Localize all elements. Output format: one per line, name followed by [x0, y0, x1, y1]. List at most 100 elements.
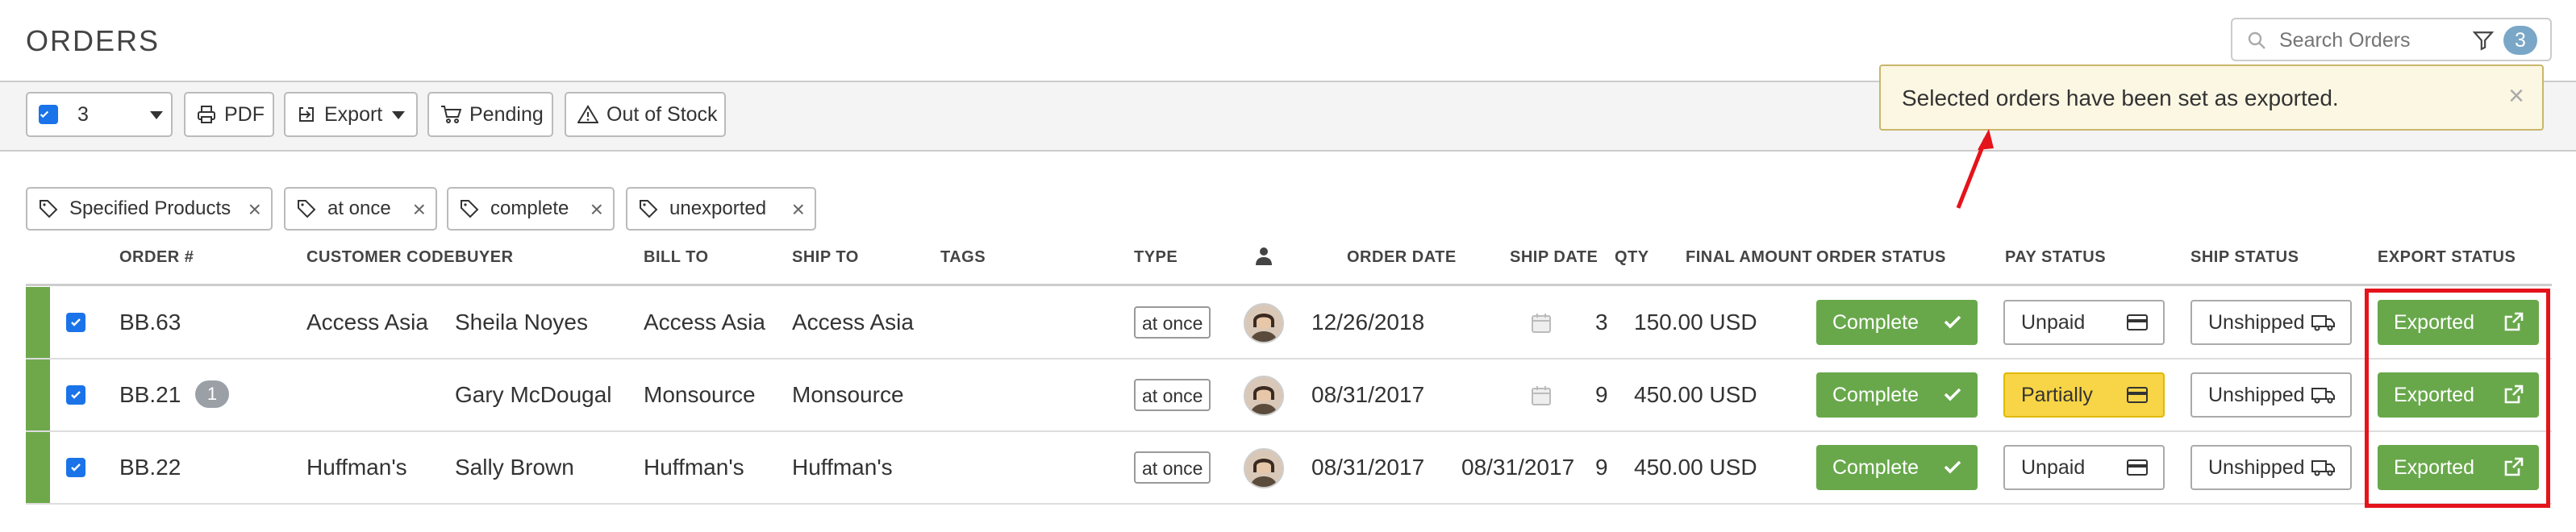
page-title: ORDERS: [26, 24, 160, 57]
column-header-order[interactable]: ORDER #: [119, 248, 194, 267]
remove-chip-icon[interactable]: ×: [248, 197, 261, 222]
toast-message: Selected orders have been set as exporte…: [1902, 85, 2339, 110]
export-dropdown-button[interactable]: Export: [284, 92, 418, 137]
final-amount: 450.00 USD: [1634, 382, 1757, 407]
ship-status-button[interactable]: Unshipped: [2190, 300, 2352, 345]
table-row[interactable]: BB.63 Access Asia Sheila Noyes Access As…: [26, 287, 2552, 360]
warning-icon: [577, 105, 598, 123]
bill-to: Monsource: [644, 382, 756, 407]
pending-button[interactable]: Pending: [427, 92, 553, 137]
ship-status-label: Unshipped: [2208, 455, 2305, 479]
row-checkbox[interactable]: [66, 458, 85, 477]
filter-count-badge: 3: [2503, 26, 2537, 55]
remove-chip-icon[interactable]: ×: [590, 197, 603, 222]
select-all-checkbox[interactable]: [39, 105, 58, 124]
out-of-stock-label: Out of Stock: [606, 102, 718, 126]
column-header-customer-code[interactable]: CUSTOMER CODE: [306, 248, 455, 267]
credit-card-icon: [2127, 314, 2148, 330]
pay-status-label: Partially: [2021, 383, 2093, 406]
column-header-ship-to[interactable]: SHIP TO: [792, 248, 859, 267]
column-header-order-date[interactable]: ORDER DATE: [1347, 248, 1457, 267]
order-type-tag: at once: [1134, 451, 1211, 484]
quantity: 3: [1595, 310, 1608, 335]
chevron-down-icon: [150, 111, 163, 119]
chip-label: unexported: [669, 197, 767, 219]
order-status-button[interactable]: Complete: [1816, 300, 1978, 345]
bill-to: Huffman's: [644, 455, 744, 480]
quantity: 9: [1595, 455, 1608, 480]
order-status-label: Complete: [1832, 455, 1919, 479]
column-header-ship-date[interactable]: SHIP DATE: [1510, 248, 1598, 267]
filter-icon[interactable]: [2472, 30, 2495, 55]
ship-date: 08/31/2017: [1461, 455, 1575, 480]
remove-chip-icon[interactable]: ×: [413, 197, 426, 222]
filter-chip-specified-products[interactable]: Specified Products ×: [26, 187, 273, 231]
column-header-bill-to[interactable]: BILL TO: [644, 248, 709, 267]
printer-icon: [198, 106, 215, 123]
column-header-buyer[interactable]: BUYER: [455, 248, 514, 267]
final-amount: 450.00 USD: [1634, 455, 1757, 480]
order-status-label: Complete: [1832, 310, 1919, 334]
ship-status-button[interactable]: Unshipped: [2190, 445, 2352, 490]
ship-status-button[interactable]: Unshipped: [2190, 372, 2352, 418]
column-header-pay-status[interactable]: PAY STATUS: [2005, 248, 2106, 267]
selected-count: 3: [77, 102, 89, 126]
table-row[interactable]: BB.22 Huffman's Sally Brown Huffman's Hu…: [26, 432, 2552, 505]
chip-label: Specified Products: [69, 197, 231, 219]
column-header-order-status[interactable]: ORDER STATUS: [1816, 248, 1946, 267]
order-status-button[interactable]: Complete: [1816, 372, 1978, 418]
pay-status-button[interactable]: Partially: [2003, 372, 2165, 418]
row-checkbox[interactable]: [66, 313, 85, 332]
column-header-final-amount[interactable]: FINAL AMOUNT: [1686, 248, 1812, 267]
header-divider: [26, 284, 2552, 286]
search-box[interactable]: 3: [2231, 18, 2552, 61]
order-status-button[interactable]: Complete: [1816, 445, 1978, 490]
order-status-label: Complete: [1832, 383, 1919, 406]
search-input[interactable]: [2278, 27, 2474, 53]
ship-to: Monsource: [792, 382, 904, 407]
buyer: Sheila Noyes: [455, 310, 588, 335]
pay-status-button[interactable]: Unpaid: [2003, 300, 2165, 345]
filter-chip-complete[interactable]: complete ×: [447, 187, 615, 231]
calendar-icon[interactable]: [1531, 313, 1552, 334]
order-number[interactable]: BB.63: [119, 310, 181, 335]
search-icon: [2247, 31, 2266, 54]
order-type-tag: at once: [1134, 379, 1211, 411]
row-status-bar: [26, 287, 50, 358]
out-of-stock-button[interactable]: Out of Stock: [565, 92, 726, 137]
row-checkbox[interactable]: [66, 385, 85, 405]
pending-label: Pending: [469, 102, 544, 126]
order-date: 08/31/2017: [1311, 382, 1425, 407]
select-count-dropdown[interactable]: 3: [26, 92, 173, 137]
calendar-icon[interactable]: [1531, 385, 1552, 406]
filter-chip-at-once[interactable]: at once ×: [284, 187, 437, 231]
column-header-ship-status[interactable]: SHIP STATUS: [2190, 248, 2299, 267]
table-row[interactable]: BB.21 1 Gary McDougal Monsource Monsourc…: [26, 360, 2552, 432]
order-number[interactable]: BB.22: [119, 455, 181, 480]
annotation-arrow-icon: [1956, 129, 1994, 209]
column-header-export-status[interactable]: EXPORT STATUS: [2378, 248, 2516, 267]
cart-icon: [441, 106, 461, 123]
pay-status-button[interactable]: Unpaid: [2003, 445, 2165, 490]
truck-icon: [2311, 315, 2335, 331]
column-header-type[interactable]: TYPE: [1134, 248, 1178, 267]
column-header-tags[interactable]: TAGS: [940, 248, 986, 267]
credit-card-icon: [2127, 459, 2148, 476]
close-icon[interactable]: ×: [2508, 81, 2524, 112]
remove-chip-icon[interactable]: ×: [792, 197, 805, 222]
column-header-qty[interactable]: QTY: [1615, 248, 1649, 267]
row-status-bar: [26, 360, 50, 430]
notes-count-badge[interactable]: 1: [195, 380, 229, 408]
customer-code: Access Asia: [306, 310, 428, 335]
pdf-button[interactable]: PDF: [184, 92, 274, 137]
order-number[interactable]: BB.21: [119, 382, 181, 408]
ship-to: Huffman's: [792, 455, 893, 480]
filter-chip-unexported[interactable]: unexported ×: [626, 187, 816, 231]
avatar: [1244, 376, 1284, 416]
export-icon: [299, 107, 314, 122]
avatar: [1244, 448, 1284, 488]
customer-code: Huffman's: [306, 455, 407, 480]
check-icon: [1944, 460, 1961, 474]
avatar: [1244, 303, 1284, 343]
credit-card-icon: [2127, 387, 2148, 403]
